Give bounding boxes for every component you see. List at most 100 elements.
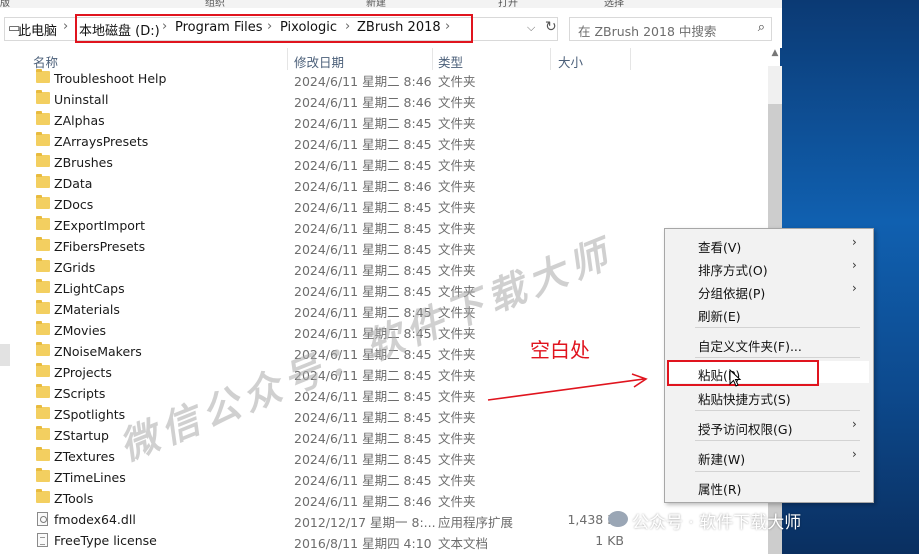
ribbon-item[interactable]: 新建 [366, 0, 386, 8]
menu-item-paste-shortcut[interactable]: 粘贴快捷方式(S) [698, 389, 791, 408]
file-row[interactable]: Uninstall 2024/6/11 星期二 8:46 文件夹 [0, 89, 768, 110]
file-name: ZTextures [54, 449, 115, 464]
folder-icon [36, 174, 50, 188]
menu-item-sort[interactable]: 排序方式(O) [698, 260, 768, 279]
file-date: 2012/12/17 星期一 8:... [294, 515, 436, 530]
file-row[interactable]: ZDocs 2024/6/11 星期二 8:45 文件夹 [0, 194, 768, 215]
file-row[interactable]: FreeType license 2016/8/11 星期四 4:10 文本文档 1 … [0, 530, 768, 551]
file-name: ZDocs [54, 197, 94, 212]
file-date: 2024/6/11 星期二 8:46 [294, 74, 432, 89]
folder-icon [36, 237, 50, 251]
file-row[interactable]: ZFibersPresets 2024/6/11 星期二 8:45 文件夹 [0, 236, 768, 257]
file-type: 文件夹 [438, 368, 476, 383]
file-row[interactable]: ZTimeLines 2024/6/11 星期二 8:45 文件夹 [0, 467, 768, 488]
ribbon-item[interactable]: 打开 [498, 0, 518, 8]
submenu-arrow-icon: › [852, 417, 857, 431]
folder-icon [36, 363, 50, 377]
file-date: 2024/6/11 星期二 8:46 [294, 95, 432, 110]
ribbon-strip: 版 组织 新建 打开 选择 [0, 0, 782, 8]
folder-icon [36, 132, 50, 146]
column-divider[interactable] [550, 48, 551, 70]
column-divider[interactable] [287, 48, 288, 70]
ribbon-item[interactable]: 版 [0, 0, 10, 8]
file-date: 2024/6/11 星期二 8:45 [294, 200, 432, 215]
file-row[interactable]: ZData 2024/6/11 星期二 8:46 文件夹 [0, 173, 768, 194]
file-row[interactable]: ZBrushes 2024/6/11 星期二 8:45 文件夹 [0, 152, 768, 173]
file-row[interactable]: ZArraysPresets 2024/6/11 星期二 8:45 文件夹 [0, 131, 768, 152]
file-type: 文件夹 [438, 494, 476, 509]
folder-icon [36, 468, 50, 482]
menu-separator [695, 357, 860, 358]
chevron-right-icon[interactable]: › [63, 19, 68, 34]
menu-item-refresh[interactable]: 刷新(E) [698, 306, 741, 325]
menu-separator [695, 327, 860, 328]
folder-icon [36, 405, 50, 419]
file-type: 文件夹 [438, 95, 476, 110]
file-name: ZMaterials [54, 302, 120, 317]
file-row[interactable]: ZGrids 2024/6/11 星期二 8:45 文件夹 [0, 257, 768, 278]
menu-item-view[interactable]: 查看(V) [698, 237, 741, 256]
file-type: 文件夹 [438, 158, 476, 173]
menu-separator [695, 440, 860, 441]
file-row[interactable]: ZLightCaps 2024/6/11 星期二 8:45 文件夹 [0, 278, 768, 299]
file-row[interactable]: ZTools 2024/6/11 星期二 8:46 文件夹 [0, 488, 768, 509]
column-divider[interactable] [630, 48, 631, 70]
chevron-down-icon[interactable]: ⌵ [527, 21, 535, 35]
file-type: 文件夹 [438, 389, 476, 404]
menu-item-group[interactable]: 分组依据(P) [698, 283, 765, 302]
menu-item-properties[interactable]: 属性(R) [698, 479, 741, 498]
file-row[interactable]: ZExportImport 2024/6/11 星期二 8:45 文件夹 [0, 215, 768, 236]
menu-item-grant-access[interactable]: 授予访问权限(G) [698, 419, 792, 438]
file-name: ZExportImport [54, 218, 145, 233]
refresh-icon[interactable]: ↻ [545, 19, 557, 35]
search-input[interactable]: 在 ZBrush 2018 中搜索 ⌕ [569, 17, 772, 41]
folder-icon [36, 69, 50, 83]
ribbon-item[interactable]: 选择 [604, 0, 624, 8]
file-date: 2024/6/11 星期二 8:45 [294, 221, 432, 236]
file-date: 2024/6/11 星期二 8:46 [294, 494, 432, 509]
breadcrumb-this-pc[interactable]: 此电脑 [18, 20, 57, 39]
file-name: ZFibersPresets [54, 239, 146, 254]
file-type: 文件夹 [438, 410, 476, 425]
file-name: ZGrids [54, 260, 96, 275]
file-date: 2024/6/11 星期二 8:45 [294, 410, 432, 425]
file-name: ZStartup [54, 428, 109, 443]
folder-icon [36, 321, 50, 335]
wechat-icon [608, 511, 628, 527]
file-row[interactable]: ZAlphas 2024/6/11 星期二 8:45 文件夹 [0, 110, 768, 131]
file-name: ZArraysPresets [54, 134, 149, 149]
folder-icon [36, 384, 50, 398]
address-highlight-box [75, 14, 473, 43]
file-date: 2024/6/11 星期二 8:45 [294, 137, 432, 152]
mouse-cursor-icon [729, 369, 742, 387]
file-type: 文件夹 [438, 116, 476, 131]
file-date: 2024/6/11 星期二 8:46 [294, 179, 432, 194]
file-name: ZLightCaps [54, 281, 125, 296]
folder-icon [36, 447, 50, 461]
file-date: 2024/6/11 星期二 8:45 [294, 158, 432, 173]
column-header: 名称 修改日期 类型 大小 [0, 48, 768, 70]
annotation-label: 空白处 [530, 338, 590, 362]
file-name: ZMovies [54, 323, 107, 338]
menu-item-new[interactable]: 新建(W) [698, 449, 745, 468]
file-date: 2024/6/11 星期二 8:45 [294, 452, 432, 467]
paste-highlight-box [667, 360, 819, 386]
file-row[interactable]: Troubleshoot Help 2024/6/11 星期二 8:46 文件夹 [0, 68, 768, 89]
file-name: ZScripts [54, 386, 106, 401]
scroll-up-icon[interactable]: ▲ [768, 48, 782, 66]
search-icon[interactable]: ⌕ [758, 20, 765, 35]
file-date: 2024/6/11 星期二 8:45 [294, 242, 432, 257]
file-type: 文件夹 [438, 431, 476, 446]
submenu-arrow-icon: › [852, 258, 857, 272]
folder-icon [36, 216, 50, 230]
file-type: 文件夹 [438, 242, 476, 257]
folder-icon [36, 426, 50, 440]
folder-icon [36, 153, 50, 167]
column-divider[interactable] [432, 48, 433, 70]
menu-item-customize[interactable]: 自定义文件夹(F)... [698, 336, 802, 355]
file-row[interactable]: ZTextures 2024/6/11 星期二 8:45 文件夹 [0, 446, 768, 467]
file-type: 文件夹 [438, 347, 476, 362]
ribbon-item[interactable]: 组织 [205, 0, 225, 8]
file-type: 文件夹 [438, 221, 476, 236]
file-name: ZAlphas [54, 113, 105, 128]
